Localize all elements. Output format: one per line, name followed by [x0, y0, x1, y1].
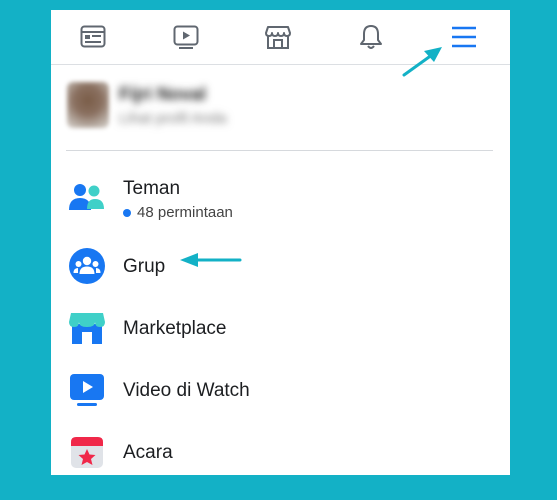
avatar	[67, 82, 109, 128]
arrow-annotation-menu-icon	[402, 47, 442, 77]
profile-name: Fijri Noval	[119, 84, 207, 104]
menu-item-groups[interactable]: Grup	[51, 238, 510, 296]
marketplace-store-icon	[67, 308, 107, 348]
notification-dot	[123, 208, 131, 217]
menu-item-events[interactable]: Acara	[51, 424, 510, 475]
watch-icon[interactable]	[166, 17, 206, 57]
notifications-icon[interactable]	[351, 17, 391, 57]
menu-item-label: Teman	[123, 178, 181, 199]
menu-item-sublabel: 48 permintaan	[137, 204, 233, 221]
events-calendar-icon	[67, 432, 107, 472]
menu-item-label: Grup	[123, 256, 166, 277]
friend-requests-count: 48 permintaan	[123, 204, 233, 221]
friends-icon	[67, 178, 107, 218]
menu-item-video-watch[interactable]: Video di Watch	[51, 362, 510, 420]
profile-subtitle: Lihat profil Anda	[119, 110, 227, 127]
video-watch-icon	[67, 370, 107, 410]
menu-item-marketplace[interactable]: Marketplace	[51, 300, 510, 358]
menu-item-friends[interactable]: Teman 48 permintaan	[51, 170, 510, 228]
menu-icon[interactable]	[444, 17, 484, 57]
menu-item-label: Marketplace	[123, 318, 227, 339]
menu-item-label: Acara	[123, 442, 173, 463]
divider	[66, 150, 493, 151]
groups-icon	[67, 246, 107, 286]
menu-item-label: Video di Watch	[123, 380, 250, 401]
marketplace-icon[interactable]	[258, 17, 298, 57]
news-feed-icon[interactable]	[73, 17, 113, 57]
arrow-annotation-groups	[180, 253, 242, 267]
